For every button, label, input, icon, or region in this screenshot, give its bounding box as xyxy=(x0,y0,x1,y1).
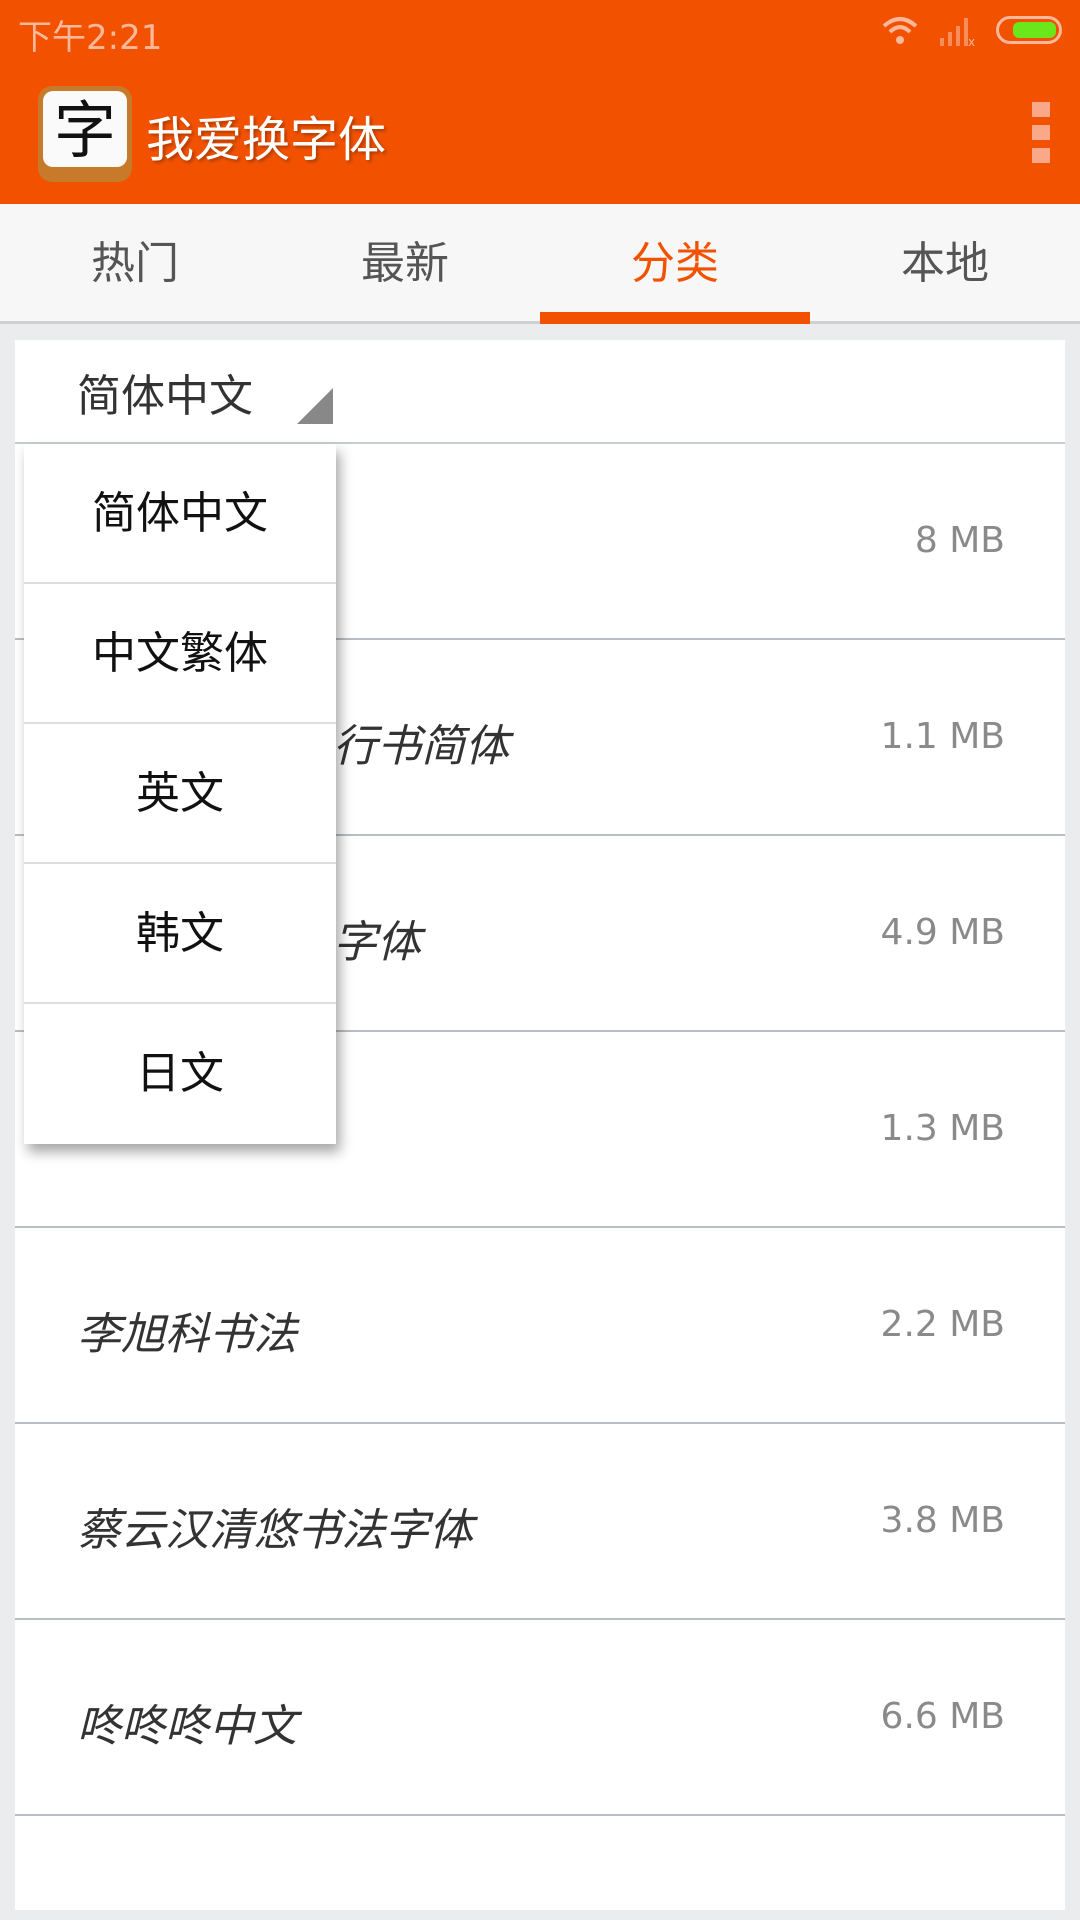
font-list-item[interactable] xyxy=(15,1816,1065,1910)
font-name: 咚咚咚中文 xyxy=(77,1701,297,1752)
svg-text:x: x xyxy=(968,35,975,46)
font-size-label: 2.2 MB xyxy=(880,1304,1005,1345)
option-english[interactable]: 英文 xyxy=(24,724,336,864)
font-name: 行书简体 xyxy=(333,721,509,772)
app-bar: 字 我爱换字体 xyxy=(0,70,1080,204)
app-logo: 字 xyxy=(38,86,132,182)
font-size-label: 4.9 MB xyxy=(880,912,1005,953)
app-title: 我爱换字体 xyxy=(146,112,387,168)
tab-bar: 热门 最新 分类 本地 xyxy=(0,204,1080,324)
dropdown-triangle-icon xyxy=(297,388,333,424)
tab-category[interactable]: 分类 xyxy=(540,204,810,324)
option-simplified-chinese[interactable]: 简体中文 xyxy=(24,444,336,584)
overflow-menu-icon[interactable] xyxy=(1032,102,1050,163)
tab-hot[interactable]: 热门 xyxy=(0,204,270,321)
font-name: 字体 xyxy=(333,917,421,968)
tab-local[interactable]: 本地 xyxy=(810,204,1080,321)
battery-icon xyxy=(996,16,1062,44)
font-size-label: 1.1 MB xyxy=(880,716,1005,757)
status-time: 下午2:21 xyxy=(18,18,163,58)
font-size-label: 6.6 MB xyxy=(880,1696,1005,1737)
status-bar: 下午2:21 x xyxy=(0,0,1080,70)
font-list-item[interactable]: 咚咚咚中文 6.6 MB xyxy=(15,1620,1065,1816)
font-list-item[interactable]: 李旭科书法 2.2 MB xyxy=(15,1228,1065,1424)
font-size-label: 8 MB xyxy=(914,520,1005,561)
font-name: 李旭科书法 xyxy=(77,1309,297,1360)
option-korean[interactable]: 韩文 xyxy=(24,864,336,1004)
font-size-label: 3.8 MB xyxy=(880,1500,1005,1541)
option-traditional-chinese[interactable]: 中文繁体 xyxy=(24,584,336,724)
signal-icon: x xyxy=(940,18,975,46)
font-size-label: 1.3 MB xyxy=(880,1108,1005,1149)
tab-latest[interactable]: 最新 xyxy=(270,204,540,321)
language-spinner[interactable]: 简体中文 xyxy=(15,340,1065,444)
spinner-selected: 简体中文 xyxy=(77,371,253,422)
font-list-item[interactable]: 蔡云汉清悠书法字体 3.8 MB xyxy=(15,1424,1065,1620)
font-name: 蔡云汉清悠书法字体 xyxy=(77,1505,473,1556)
language-dropdown: 简体中文 中文繁体 英文 韩文 日文 xyxy=(24,444,336,1144)
option-japanese[interactable]: 日文 xyxy=(24,1004,336,1144)
wifi-icon xyxy=(882,17,918,44)
